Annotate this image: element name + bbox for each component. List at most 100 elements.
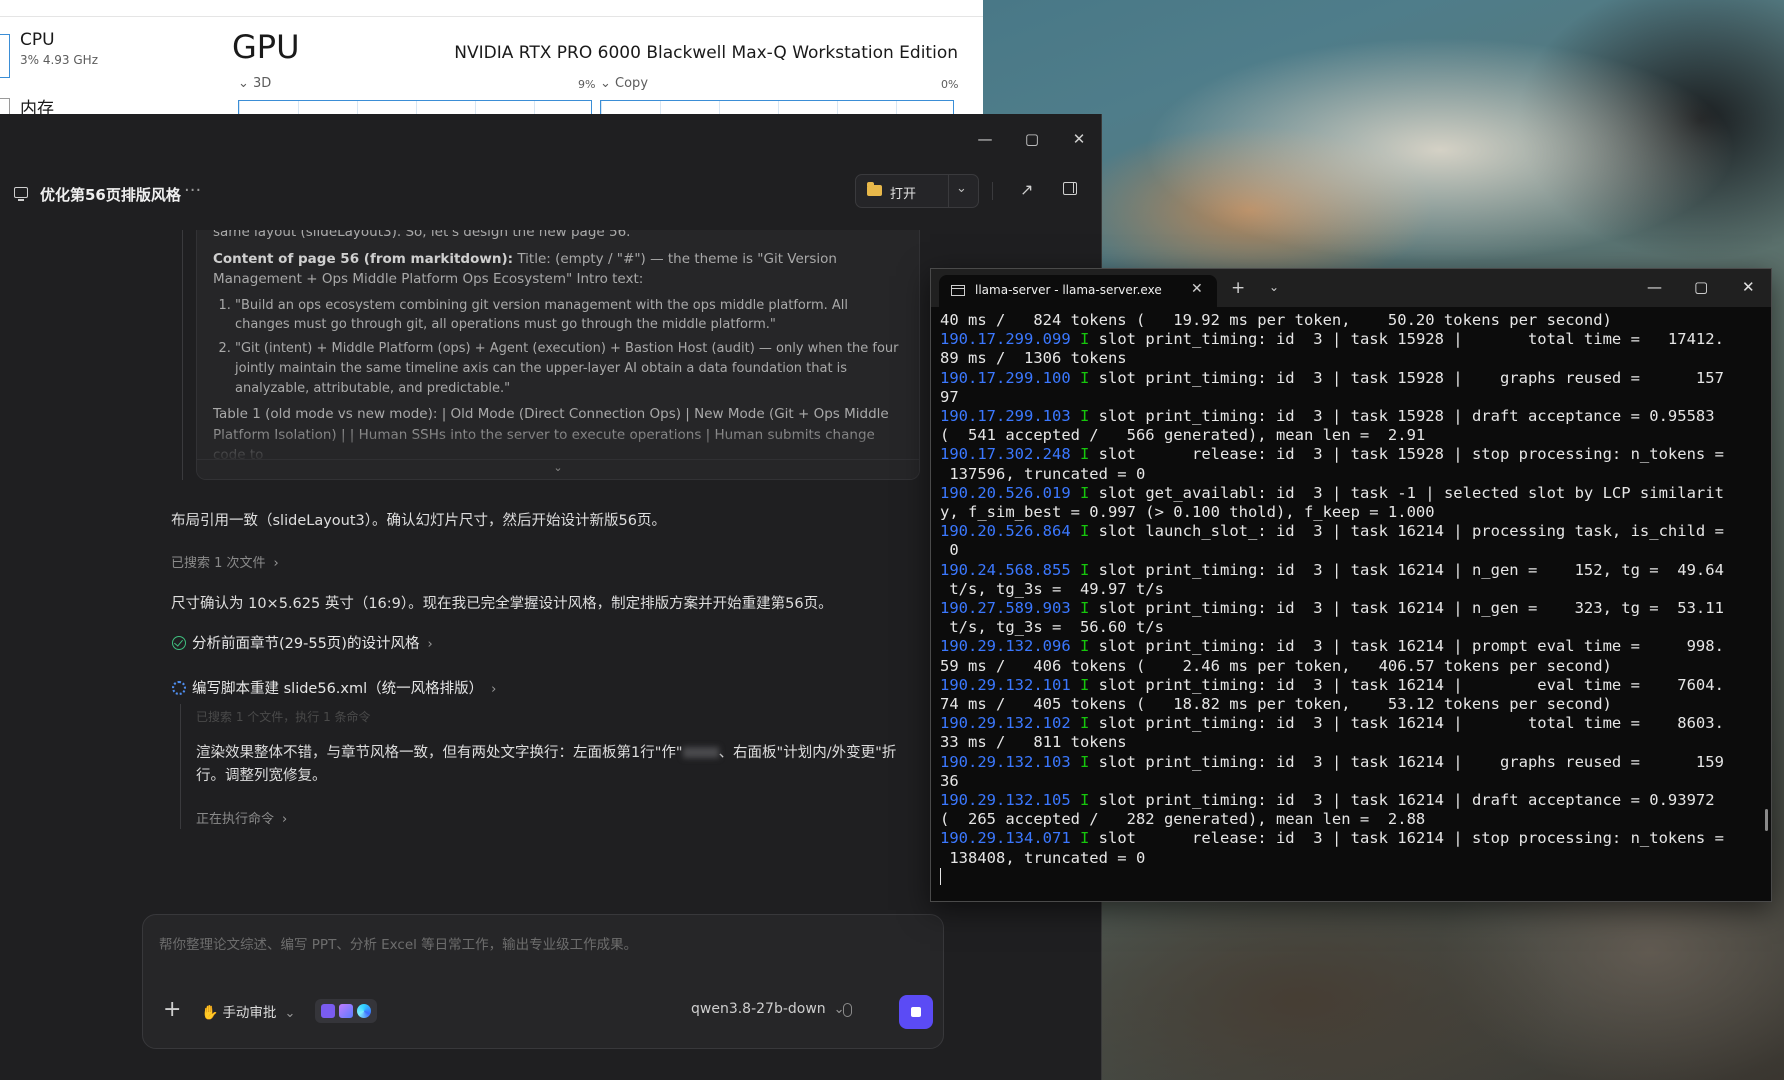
conversation-title[interactable]: 优化第56页排版风格 — [40, 184, 181, 205]
thinking-thread-line — [182, 230, 183, 480]
log-level: I — [1080, 407, 1090, 426]
terminal-line: 89 ms / 1306 tokens — [940, 349, 1752, 368]
log-timestamp: 190.17.302.248 — [940, 445, 1071, 464]
terminal-line: 40 ms / 824 tokens ( 19.92 ms per token,… — [940, 311, 1752, 330]
thinking-content-paragraph: Content of page 56 (from markitdown): Ti… — [213, 249, 903, 290]
terminal-output[interactable]: 40 ms / 824 tokens ( 19.92 ms per token,… — [940, 311, 1752, 891]
log-text: slot print_timing: id 3 | task 16214 | d… — [1089, 791, 1715, 810]
tools-chip[interactable] — [315, 999, 377, 1023]
terminal-line: ( 541 accepted / 566 generated), mean le… — [940, 426, 1752, 445]
terminal-maximize-button[interactable]: ▢ — [1694, 278, 1708, 296]
terminal-tab-title: llama-server - llama-server.exe — [975, 283, 1162, 297]
log-text: slot print_timing: id 3 | task 16214 | e… — [1089, 675, 1724, 694]
log-level: I — [1080, 714, 1090, 733]
tool-slides-icon — [321, 1004, 335, 1018]
log-timestamp: 190.17.299.103 — [940, 407, 1071, 426]
log-text: slot print_timing: id 3 | task 16214 | p… — [1089, 637, 1724, 656]
log-text: 89 ms / 1306 tokens — [940, 349, 1127, 368]
text-cursor — [940, 867, 941, 885]
check-circle-icon — [172, 636, 186, 650]
terminal-line: 190.29.132.096 I slot print_timing: id 3… — [940, 637, 1752, 656]
terminal-line: 190.29.132.105 I slot print_timing: id 3… — [940, 791, 1752, 810]
share-icon[interactable]: ↗ — [1020, 180, 1033, 199]
log-text: 33 ms / 811 tokens — [940, 733, 1127, 752]
log-text: slot print_timing: id 3 | task 15928 | g… — [1089, 368, 1724, 387]
stop-generation-button[interactable] — [899, 995, 933, 1029]
terminal-line: 190.17.299.099 I slot print_timing: id 3… — [940, 330, 1752, 349]
log-timestamp: 190.29.132.102 — [940, 714, 1071, 733]
log-text: slot print_timing: id 3 | task 16214 | g… — [1089, 752, 1724, 771]
log-timestamp: 190.29.132.096 — [940, 637, 1071, 656]
terminal-minimize-button[interactable]: — — [1647, 278, 1662, 296]
monitor-icon — [14, 187, 28, 201]
terminal-icon — [951, 285, 965, 296]
tab-dropdown-icon[interactable]: ⌄ — [1269, 280, 1279, 294]
open-divider — [948, 175, 949, 207]
log-text: slot release: id 3 | task 16214 | stop p… — [1089, 829, 1724, 848]
terminal-line: 190.20.526.864 I slot launch_slot_: id 3… — [940, 522, 1752, 541]
log-level: I — [1080, 560, 1090, 579]
open-label: 打开 — [890, 187, 917, 202]
terminal-cursor-line — [940, 867, 1752, 887]
step-in-progress-label: 编写脚本重建 slide56.xml（统一风格排版） — [192, 681, 484, 697]
minimize-button[interactable]: — — [974, 128, 996, 150]
running-command-link[interactable]: 正在执行命令 › — [196, 808, 287, 827]
maximize-button[interactable]: ▢ — [1021, 128, 1043, 150]
log-text: ( 541 accepted / 566 generated), mean le… — [940, 426, 1426, 445]
open-button-group: 打开 ⌄ — [855, 174, 979, 208]
log-timestamp: 190.29.132.103 — [940, 752, 1071, 771]
conversation-header: 优化第56页排版风格 ··· 打开 ⌄ ↗ — [0, 170, 1102, 230]
cpu-usage-text: 3% 4.93 GHz — [20, 53, 99, 67]
engine-3d-selector[interactable]: ⌄ 3D — [238, 76, 271, 91]
model-name: qwen3.8-27b-down — [691, 1001, 826, 1017]
terminal-line: 190.29.132.101 I slot print_timing: id 3… — [940, 676, 1752, 695]
open-button[interactable]: 打开 — [856, 175, 948, 207]
microphone-icon[interactable] — [843, 1003, 852, 1017]
step-in-progress[interactable]: 编写脚本重建 slide56.xml（统一风格排版） › — [172, 677, 496, 698]
log-text: 0 — [940, 541, 959, 560]
message-composer: 帮你整理论文综述、编写 PPT、分析 Excel 等日常工作，输出专业级工作成果… — [142, 914, 944, 1049]
engine-copy-selector[interactable]: ⌄ Copy — [600, 76, 648, 91]
cpu-graph-thumbnail[interactable] — [0, 34, 10, 78]
step-completed[interactable]: 分析前面章节(29-55页)的设计风格 › — [172, 632, 433, 653]
gpu-model-name: NVIDIA RTX PRO 6000 Blackwell Max-Q Work… — [454, 43, 958, 63]
log-level: I — [1080, 483, 1090, 502]
composer-input[interactable]: 帮你整理论文综述、编写 PPT、分析 Excel 等日常工作，输出专业级工作成果… — [159, 933, 637, 953]
add-attachment-button[interactable]: + — [163, 999, 181, 1021]
log-text: slot print_timing: id 3 | task 15928 | t… — [1089, 330, 1724, 349]
log-level: I — [1080, 752, 1090, 771]
log-text: 59 ms / 406 tokens ( 2.46 ms per token, … — [940, 656, 1612, 675]
model-selector[interactable]: qwen3.8-27b-down ⌄ — [691, 1001, 845, 1017]
log-timestamp: 190.27.589.903 — [940, 599, 1071, 618]
terminal-line: t/s, tg_3s = 49.97 t/s — [940, 580, 1752, 599]
terminal-close-button[interactable]: ✕ — [1742, 278, 1755, 296]
terminal-tab[interactable]: llama-server - llama-server.exe ✕ — [939, 275, 1217, 307]
terminal-line: ( 265 accepted / 282 generated), mean le… — [940, 810, 1752, 829]
side-panel-toggle-icon[interactable] — [1063, 182, 1077, 195]
searched-files-link[interactable]: 已搜索 1 次文件 › — [171, 552, 279, 571]
terminal-scrollbar[interactable] — [1765, 809, 1768, 831]
approval-mode-selector[interactable]: ✋ 手动审批 ⌄ — [201, 1001, 295, 1021]
close-button[interactable]: ✕ — [1068, 128, 1090, 150]
log-text: 40 ms / 824 tokens ( 19.92 ms per token,… — [940, 311, 1612, 329]
more-options-button[interactable]: ··· — [184, 180, 201, 201]
log-text: slot print_timing: id 3 | task 16214 | n… — [1089, 599, 1724, 618]
engine-copy-percent: 0% — [941, 78, 959, 91]
terminal-window: llama-server - llama-server.exe ✕ + ⌄ — … — [930, 268, 1772, 902]
loading-spinner-icon — [172, 681, 186, 695]
chevron-right-icon: › — [427, 637, 433, 652]
thinking-expand-chevron-icon[interactable]: ⌄ — [197, 459, 919, 479]
log-text: slot get_availabl: id 3 | task -1 | sele… — [1089, 483, 1724, 502]
cpu-label[interactable]: CPU — [20, 30, 55, 50]
log-text: 137596, truncated = 0 — [940, 464, 1146, 483]
thinking-block[interactable]: same layout (slideLayout3). So, let's de… — [196, 230, 920, 480]
thinking-list-item: "Build an ops ecosystem combining git ve… — [235, 296, 903, 336]
close-tab-icon[interactable]: ✕ — [1191, 281, 1203, 297]
log-timestamp: 190.29.132.101 — [940, 675, 1071, 694]
thinking-list: "Build an ops ecosystem combining git ve… — [213, 296, 903, 399]
new-tab-button[interactable]: + — [1231, 278, 1245, 298]
log-text: ( 265 accepted / 282 generated), mean le… — [940, 810, 1426, 829]
open-dropdown-chevron-icon[interactable]: ⌄ — [956, 181, 967, 196]
log-level: I — [1080, 637, 1090, 656]
log-level: I — [1080, 330, 1090, 349]
